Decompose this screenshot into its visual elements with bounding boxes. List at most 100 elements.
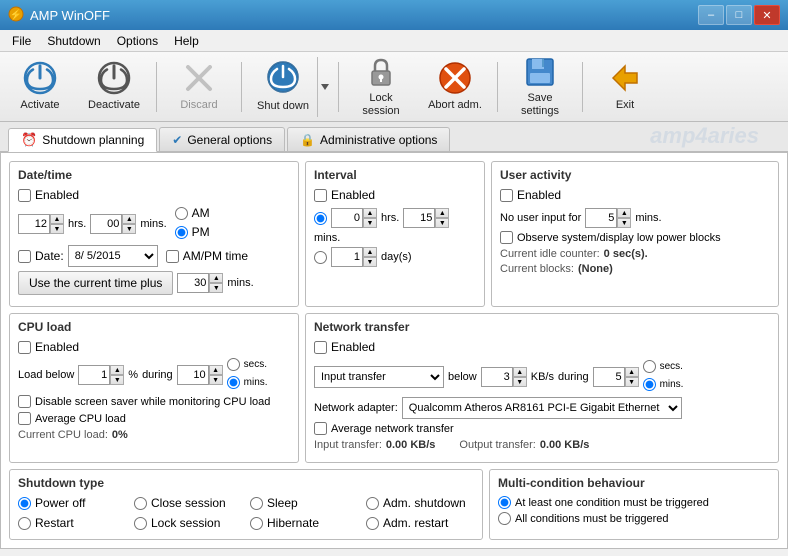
cpu-during-input[interactable] bbox=[177, 365, 209, 385]
network-below-down[interactable]: ▼ bbox=[513, 377, 527, 387]
abortadm-button[interactable]: Abort adm. bbox=[419, 56, 491, 118]
all-conditions-radio[interactable] bbox=[498, 512, 511, 525]
cpu-secs-radio[interactable] bbox=[227, 358, 240, 371]
observe-checkbox-row: Observe system/display low power blocks bbox=[500, 231, 770, 244]
no-input-input[interactable] bbox=[585, 208, 617, 228]
interval-mins-input[interactable] bbox=[403, 208, 435, 228]
activate-button[interactable]: Activate bbox=[4, 56, 76, 118]
toolbar-separator-2 bbox=[241, 62, 242, 112]
interval-mins-up[interactable]: ▲ bbox=[435, 208, 449, 218]
interval-enabled-checkbox[interactable] bbox=[314, 189, 327, 202]
network-during-input[interactable] bbox=[593, 367, 625, 387]
mins-input[interactable] bbox=[90, 214, 122, 234]
cpu-load-up[interactable]: ▲ bbox=[110, 365, 124, 375]
date-enabled-checkbox[interactable] bbox=[18, 250, 31, 263]
cpu-load-input[interactable] bbox=[78, 365, 110, 385]
ampm-time-checkbox[interactable] bbox=[166, 250, 179, 263]
savesettings-icon bbox=[522, 55, 558, 89]
interval-hrs-input[interactable] bbox=[331, 208, 363, 228]
locksession-button[interactable]: Lock session bbox=[345, 56, 417, 118]
datetime-panel: Date/time Enabled ▲ ▼ hrs. ▲ bbox=[9, 161, 299, 307]
plus-mins-up[interactable]: ▲ bbox=[209, 273, 223, 283]
shutdown-dropdown-arrow[interactable] bbox=[317, 57, 331, 117]
avg-cpu-checkbox[interactable] bbox=[18, 412, 31, 425]
cpu-mins-radio[interactable] bbox=[227, 376, 240, 389]
hrs-input[interactable] bbox=[18, 214, 50, 234]
plus-mins-input[interactable] bbox=[177, 273, 209, 293]
user-activity-enabled-checkbox[interactable] bbox=[500, 189, 513, 202]
date-select[interactable]: 8/ 5/2015 bbox=[68, 245, 158, 267]
menu-file[interactable]: File bbox=[4, 31, 39, 51]
restart-radio[interactable] bbox=[18, 517, 31, 530]
cpu-enabled-label: Enabled bbox=[35, 340, 79, 354]
savesettings-button[interactable]: Save settings bbox=[504, 56, 576, 118]
close-button[interactable]: ✕ bbox=[754, 5, 780, 25]
network-secs-radio[interactable] bbox=[643, 360, 656, 373]
interval-days-down[interactable]: ▼ bbox=[363, 257, 377, 267]
mins-spin-up[interactable]: ▲ bbox=[122, 214, 136, 224]
tabs-container: ⏰ Shutdown planning ✔ General options 🔒 … bbox=[0, 122, 788, 152]
sleep-radio[interactable] bbox=[250, 497, 263, 510]
mins-spin-down[interactable]: ▼ bbox=[122, 224, 136, 234]
tab-shutdown-planning[interactable]: ⏰ Shutdown planning bbox=[8, 128, 157, 152]
pm-radio[interactable] bbox=[175, 226, 188, 239]
cpu-during-down[interactable]: ▼ bbox=[209, 375, 223, 385]
avg-network-checkbox[interactable] bbox=[314, 422, 327, 435]
minimize-button[interactable]: – bbox=[698, 5, 724, 25]
datetime-enabled-checkbox[interactable] bbox=[18, 189, 31, 202]
power-off-radio[interactable] bbox=[18, 497, 31, 510]
tab-general-options[interactable]: ✔ General options bbox=[159, 127, 285, 151]
interval-days-input[interactable] bbox=[331, 247, 363, 267]
disable-screensaver-checkbox[interactable] bbox=[18, 395, 31, 408]
cpu-during-up[interactable]: ▲ bbox=[209, 365, 223, 375]
avg-network-row: Average network transfer bbox=[314, 422, 770, 435]
network-mins-radio[interactable] bbox=[643, 378, 656, 391]
network-enabled-checkbox[interactable] bbox=[314, 341, 327, 354]
shutdown-button[interactable]: Shut down bbox=[249, 57, 317, 117]
hrs-spin-down[interactable]: ▼ bbox=[50, 224, 64, 234]
exit-button[interactable]: Exit bbox=[589, 56, 661, 118]
mins-label: mins. bbox=[140, 218, 166, 230]
hrs-spin-up[interactable]: ▲ bbox=[50, 214, 64, 224]
network-below-input[interactable] bbox=[481, 367, 513, 387]
plus-mins-down[interactable]: ▼ bbox=[209, 283, 223, 293]
at-least-one-radio[interactable] bbox=[498, 496, 511, 509]
interval-hrs-radio[interactable] bbox=[314, 212, 327, 225]
exit-icon bbox=[607, 61, 643, 97]
menu-options[interactable]: Options bbox=[109, 31, 166, 51]
cpu-secs-radio-row: secs. bbox=[227, 358, 268, 371]
lock-session-radio[interactable] bbox=[134, 517, 147, 530]
cpu-load-down[interactable]: ▼ bbox=[110, 375, 124, 385]
interval-days-radio[interactable] bbox=[314, 251, 327, 264]
tab-administrative-options[interactable]: 🔒 Administrative options bbox=[287, 127, 450, 151]
close-session-radio[interactable] bbox=[134, 497, 147, 510]
discard-button[interactable]: Discard bbox=[163, 56, 235, 118]
network-during-up[interactable]: ▲ bbox=[625, 367, 639, 377]
menu-shutdown[interactable]: Shutdown bbox=[39, 31, 108, 51]
no-input-up[interactable]: ▲ bbox=[617, 208, 631, 218]
cpu-during-spin: ▲ ▼ bbox=[177, 365, 223, 385]
adm-shutdown-radio[interactable] bbox=[366, 497, 379, 510]
interval-hrs-up[interactable]: ▲ bbox=[363, 208, 377, 218]
adm-restart-radio[interactable] bbox=[366, 517, 379, 530]
network-stats-row: Input transfer: 0.00 KB/s Output transfe… bbox=[314, 439, 770, 451]
interval-hrs-down[interactable]: ▼ bbox=[363, 218, 377, 228]
network-below-up[interactable]: ▲ bbox=[513, 367, 527, 377]
maximize-button[interactable]: □ bbox=[726, 5, 752, 25]
hibernate-radio[interactable] bbox=[250, 517, 263, 530]
use-current-time-button[interactable]: Use the current time plus bbox=[18, 271, 173, 295]
am-radio[interactable] bbox=[175, 207, 188, 220]
cpu-enabled-checkbox[interactable] bbox=[18, 341, 31, 354]
deactivate-button[interactable]: Deactivate bbox=[78, 56, 150, 118]
network-type-select[interactable]: Input transfer Output transfer Combined … bbox=[314, 366, 444, 388]
interval-days-up[interactable]: ▲ bbox=[363, 247, 377, 257]
interval-mins-down[interactable]: ▼ bbox=[435, 218, 449, 228]
menu-help[interactable]: Help bbox=[166, 31, 207, 51]
adapter-select[interactable]: Qualcomm Atheros AR8161 PCI-E Gigabit Et… bbox=[402, 397, 682, 419]
network-below-label: below bbox=[448, 371, 477, 383]
input-transfer-label: Input transfer: bbox=[314, 439, 382, 451]
cpu-mins-radio-row: mins. bbox=[227, 376, 268, 389]
network-during-down[interactable]: ▼ bbox=[625, 377, 639, 387]
observe-checkbox[interactable] bbox=[500, 231, 513, 244]
no-input-down[interactable]: ▼ bbox=[617, 218, 631, 228]
